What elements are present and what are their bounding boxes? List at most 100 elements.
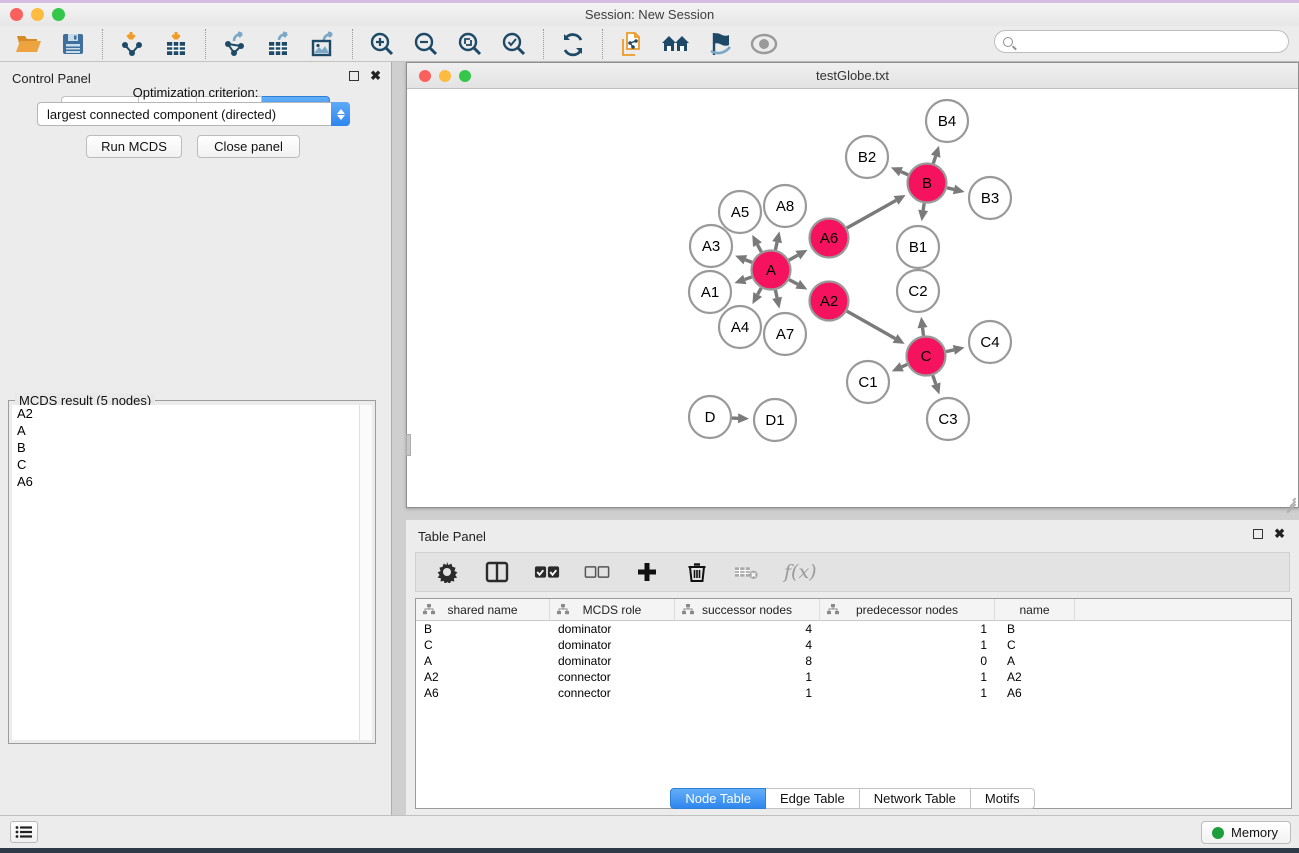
table-row[interactable]: Adominator80A bbox=[416, 653, 1291, 669]
table-cell-name[interactable]: A6 bbox=[995, 685, 1075, 701]
select-all-icon[interactable] bbox=[534, 559, 560, 585]
edge-B-B1[interactable] bbox=[923, 203, 924, 210]
close-panel-button[interactable]: Close panel bbox=[197, 135, 300, 158]
table-cell-predecessor_nodes[interactable]: 1 bbox=[820, 685, 995, 701]
network-close-button[interactable] bbox=[419, 70, 431, 82]
import-network-icon[interactable] bbox=[117, 29, 147, 59]
edge-A-A2[interactable] bbox=[789, 280, 798, 285]
edge-A-A6[interactable] bbox=[789, 255, 798, 260]
column-header-name[interactable]: name bbox=[995, 599, 1075, 621]
table-cell-name[interactable]: B bbox=[995, 621, 1075, 637]
home-icon[interactable] bbox=[661, 29, 691, 59]
edge-A-A1[interactable] bbox=[745, 277, 752, 279]
table-row[interactable]: A2connector11A2 bbox=[416, 669, 1291, 685]
column-header-successor-nodes[interactable]: successor nodes bbox=[675, 599, 820, 621]
tab-motifs[interactable]: Motifs bbox=[971, 788, 1035, 809]
network-canvas[interactable]: B4B2BB3A8A5A6A3B1AA1C2A2A4A7C4CC1DC3D1 bbox=[407, 89, 1298, 507]
edge-A6-B[interactable] bbox=[847, 200, 896, 228]
network-graph[interactable]: B4B2BB3A8A5A6A3B1AA1C2A2A4A7C4CC1DC3D1 bbox=[407, 89, 1298, 507]
deselect-all-icon[interactable] bbox=[584, 559, 610, 585]
delete-table-icon[interactable] bbox=[734, 559, 760, 585]
result-item[interactable]: A6 bbox=[12, 473, 359, 490]
graph-node-A1[interactable]: A1 bbox=[689, 271, 731, 313]
table-cell-predecessor_nodes[interactable]: 1 bbox=[820, 621, 995, 637]
graph-node-A8[interactable]: A8 bbox=[764, 185, 806, 227]
divider-grip-left[interactable] bbox=[406, 434, 411, 456]
gear-icon[interactable] bbox=[434, 559, 460, 585]
result-item[interactable]: B bbox=[12, 439, 359, 456]
export-image-icon[interactable] bbox=[308, 29, 338, 59]
table-cell-predecessor_nodes[interactable]: 0 bbox=[820, 653, 995, 669]
show-all-icon[interactable] bbox=[749, 29, 779, 59]
tab-edge-table[interactable]: Edge Table bbox=[766, 788, 860, 809]
graph-node-D1[interactable]: D1 bbox=[754, 399, 796, 441]
graph-node-A[interactable]: A bbox=[752, 251, 791, 290]
table-cell-predecessor_nodes[interactable]: 1 bbox=[820, 669, 995, 685]
table-row[interactable]: A6connector11A6 bbox=[416, 685, 1291, 701]
search-field[interactable] bbox=[994, 30, 1289, 53]
table-cell-shared_name[interactable]: C bbox=[416, 637, 550, 653]
table-cell-successor_nodes[interactable]: 1 bbox=[675, 669, 820, 685]
save-session-icon[interactable] bbox=[58, 29, 88, 59]
add-column-icon[interactable] bbox=[634, 559, 660, 585]
edge-C-C4[interactable] bbox=[946, 350, 954, 352]
table-cell-predecessor_nodes[interactable]: 1 bbox=[820, 637, 995, 653]
graph-node-C3[interactable]: C3 bbox=[927, 398, 969, 440]
table-cell-shared_name[interactable]: B bbox=[416, 621, 550, 637]
table-cell-mcds_role[interactable]: dominator bbox=[550, 637, 675, 653]
column-header-shared-name[interactable]: shared name bbox=[416, 599, 550, 621]
column-header-predecessor-nodes[interactable]: predecessor nodes bbox=[820, 599, 995, 621]
edge-A-A5[interactable] bbox=[757, 245, 761, 252]
graph-node-C4[interactable]: C4 bbox=[969, 321, 1011, 363]
result-item[interactable]: A bbox=[12, 422, 359, 439]
close-panel-icon[interactable]: ✖ bbox=[370, 71, 381, 81]
refresh-icon[interactable] bbox=[558, 29, 588, 59]
graph-node-B1[interactable]: B1 bbox=[897, 226, 939, 268]
table-cell-name[interactable]: A2 bbox=[995, 669, 1075, 685]
table-cell-mcds_role[interactable]: dominator bbox=[550, 653, 675, 669]
export-table-icon[interactable] bbox=[264, 29, 294, 59]
table-cell-shared_name[interactable]: A2 bbox=[416, 669, 550, 685]
tab-network-table[interactable]: Network Table bbox=[860, 788, 971, 809]
graph-node-B4[interactable]: B4 bbox=[926, 100, 968, 142]
table-cell-successor_nodes[interactable]: 4 bbox=[675, 621, 820, 637]
table-row[interactable]: Cdominator41C bbox=[416, 637, 1291, 653]
graph-node-A6[interactable]: A6 bbox=[810, 219, 849, 258]
zoom-out-icon[interactable] bbox=[411, 29, 441, 59]
result-item[interactable]: C bbox=[12, 456, 359, 473]
graph-node-C[interactable]: C bbox=[907, 337, 946, 376]
function-builder-icon[interactable]: f(x) bbox=[784, 561, 817, 583]
table-cell-successor_nodes[interactable]: 4 bbox=[675, 637, 820, 653]
hide-panels-icon[interactable] bbox=[705, 29, 735, 59]
table-cell-mcds_role[interactable]: dominator bbox=[550, 621, 675, 637]
graph-node-B3[interactable]: B3 bbox=[969, 177, 1011, 219]
split-table-icon[interactable] bbox=[484, 559, 510, 585]
table-cell-name[interactable]: C bbox=[995, 637, 1075, 653]
edge-A2-C[interactable] bbox=[847, 311, 895, 338]
graph-node-A5[interactable]: A5 bbox=[719, 191, 761, 233]
edge-B-B3[interactable] bbox=[947, 188, 954, 190]
graph-node-A3[interactable]: A3 bbox=[690, 225, 732, 267]
table-cell-name[interactable]: A bbox=[995, 653, 1075, 669]
network-window-titlebar[interactable]: testGlobe.txt bbox=[407, 63, 1298, 89]
memory-button[interactable]: Memory bbox=[1201, 821, 1291, 844]
edge-A-A8[interactable] bbox=[775, 242, 777, 250]
export-network-icon[interactable] bbox=[220, 29, 250, 59]
network-minimize-button[interactable] bbox=[439, 70, 451, 82]
column-header-MCDS-role[interactable]: MCDS role bbox=[550, 599, 675, 621]
graph-node-C1[interactable]: C1 bbox=[847, 361, 889, 403]
edge-C-C1[interactable] bbox=[902, 364, 908, 366]
graph-node-C2[interactable]: C2 bbox=[897, 270, 939, 312]
graph-node-A2[interactable]: A2 bbox=[810, 282, 849, 321]
minimize-window-button[interactable] bbox=[31, 8, 44, 21]
graph-node-D[interactable]: D bbox=[689, 396, 731, 438]
table-cell-mcds_role[interactable]: connector bbox=[550, 685, 675, 701]
float-table-panel-icon[interactable] bbox=[1253, 529, 1263, 539]
table-cell-shared_name[interactable]: A6 bbox=[416, 685, 550, 701]
run-mcds-button[interactable]: Run MCDS bbox=[86, 135, 182, 158]
table-row[interactable]: Bdominator41B bbox=[416, 621, 1291, 637]
network-zoom-button[interactable] bbox=[459, 70, 471, 82]
import-table-icon[interactable] bbox=[161, 29, 191, 59]
window-resize-grip[interactable] bbox=[1282, 491, 1296, 505]
float-panel-icon[interactable] bbox=[349, 71, 359, 81]
